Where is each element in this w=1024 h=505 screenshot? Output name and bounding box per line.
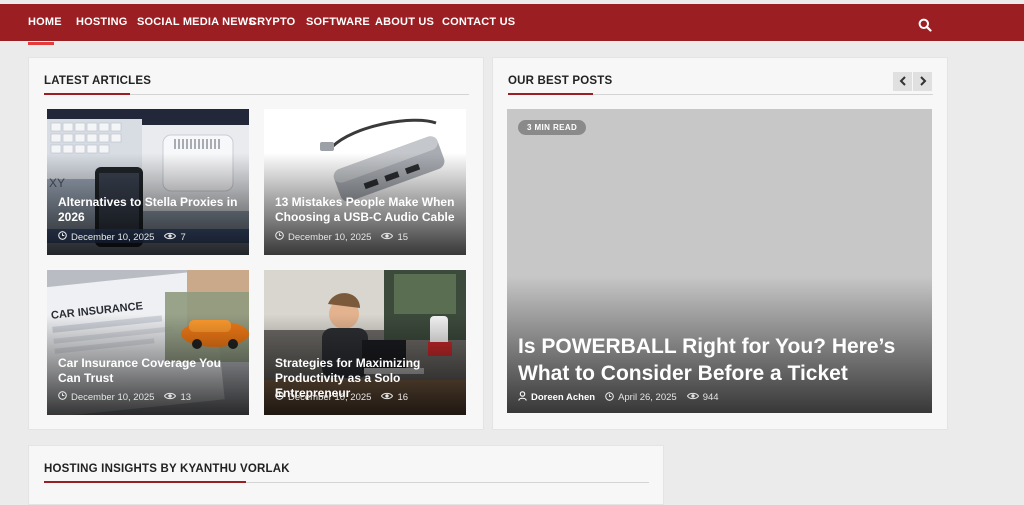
- latest-articles-panel: LATEST ARTICLES XY Alternatives to Stell…: [28, 57, 484, 430]
- article-date: December 10, 2025: [71, 391, 155, 403]
- article-title[interactable]: Car Insurance Coverage You Can Trust: [58, 356, 241, 386]
- user-icon: [518, 391, 527, 404]
- eye-icon: [164, 232, 177, 243]
- article-views: 13: [180, 391, 192, 403]
- article-card[interactable]: XY Alternatives to Stella Proxies in 202…: [47, 109, 249, 255]
- article-date: December 10, 2025: [71, 231, 155, 243]
- search-icon[interactable]: [918, 18, 934, 34]
- nav-about-us[interactable]: ABOUT US: [375, 4, 434, 41]
- title-accent: [508, 93, 593, 95]
- featured-post-title[interactable]: Is POWERBALL Right for You? Here’s What …: [518, 333, 912, 387]
- clock-icon: [275, 231, 284, 243]
- nav-contact-us[interactable]: CONTACT US: [442, 4, 515, 41]
- clock-icon: [605, 391, 614, 404]
- eye-icon: [164, 392, 177, 403]
- article-date: December 10, 2025: [288, 231, 372, 243]
- article-meta: December 10, 2025 16: [275, 391, 408, 403]
- article-card[interactable]: Strategies for Maximizing Productivity a…: [264, 270, 466, 415]
- article-card[interactable]: CAR INSURANCE Car Insurance Coverage You…: [47, 270, 249, 415]
- article-title[interactable]: 13 Mistakes People Make When Choosing a …: [275, 195, 458, 225]
- eye-icon: [381, 232, 394, 243]
- eye-icon: [686, 392, 699, 403]
- hosting-insights-panel: HOSTING INSIGHTS BY KYANTHU VORLAK: [28, 445, 664, 505]
- clock-icon: [275, 391, 284, 403]
- next-slide-button[interactable]: [913, 72, 932, 91]
- article-views: 7: [180, 231, 186, 243]
- chevron-left-icon: [899, 73, 907, 91]
- best-posts-title: OUR BEST POSTS: [508, 75, 613, 87]
- chevron-right-icon: [919, 73, 927, 91]
- clock-icon: [58, 391, 67, 403]
- main-navigation: HOME HOSTING SOCIAL MEDIA NEWS CRYPTO SO…: [0, 4, 1024, 45]
- nav-hosting[interactable]: HOSTING: [76, 4, 128, 41]
- article-title[interactable]: Alternatives to Stella Proxies in 2026: [58, 195, 241, 225]
- nav-active-indicator: [28, 42, 54, 45]
- featured-post[interactable]: 3 MIN READ Is POWERBALL Right for You? H…: [507, 109, 932, 413]
- nav-social-media-news[interactable]: SOCIAL MEDIA NEWS: [137, 4, 256, 41]
- article-card[interactable]: 13 Mistakes People Make When Choosing a …: [264, 109, 466, 255]
- article-meta: December 10, 2025 7: [58, 231, 186, 243]
- nav-home[interactable]: HOME: [28, 4, 62, 41]
- eye-icon: [381, 392, 394, 403]
- article-views: 15: [397, 231, 409, 243]
- post-views: 944: [702, 392, 719, 403]
- hosting-insights-title: HOSTING INSIGHTS BY KYANTHU VORLAK: [44, 463, 290, 475]
- prev-slide-button[interactable]: [893, 72, 912, 91]
- latest-articles-title: LATEST ARTICLES: [44, 75, 152, 87]
- title-accent: [44, 93, 130, 95]
- article-meta: December 10, 2025 13: [58, 391, 191, 403]
- nav-software[interactable]: SOFTWARE: [306, 4, 370, 41]
- article-date: December 10, 2025: [288, 391, 372, 403]
- article-views: 16: [397, 391, 409, 403]
- post-author[interactable]: Doreen Achen: [531, 392, 595, 403]
- clock-icon: [58, 231, 67, 243]
- nav-crypto[interactable]: CRYPTO: [249, 4, 295, 41]
- post-date: April 26, 2025: [618, 392, 677, 403]
- featured-post-meta: Doreen Achen April 26, 2025 944: [518, 391, 719, 404]
- article-meta: December 10, 2025 15: [275, 231, 408, 243]
- read-time-badge: 3 MIN READ: [518, 120, 587, 135]
